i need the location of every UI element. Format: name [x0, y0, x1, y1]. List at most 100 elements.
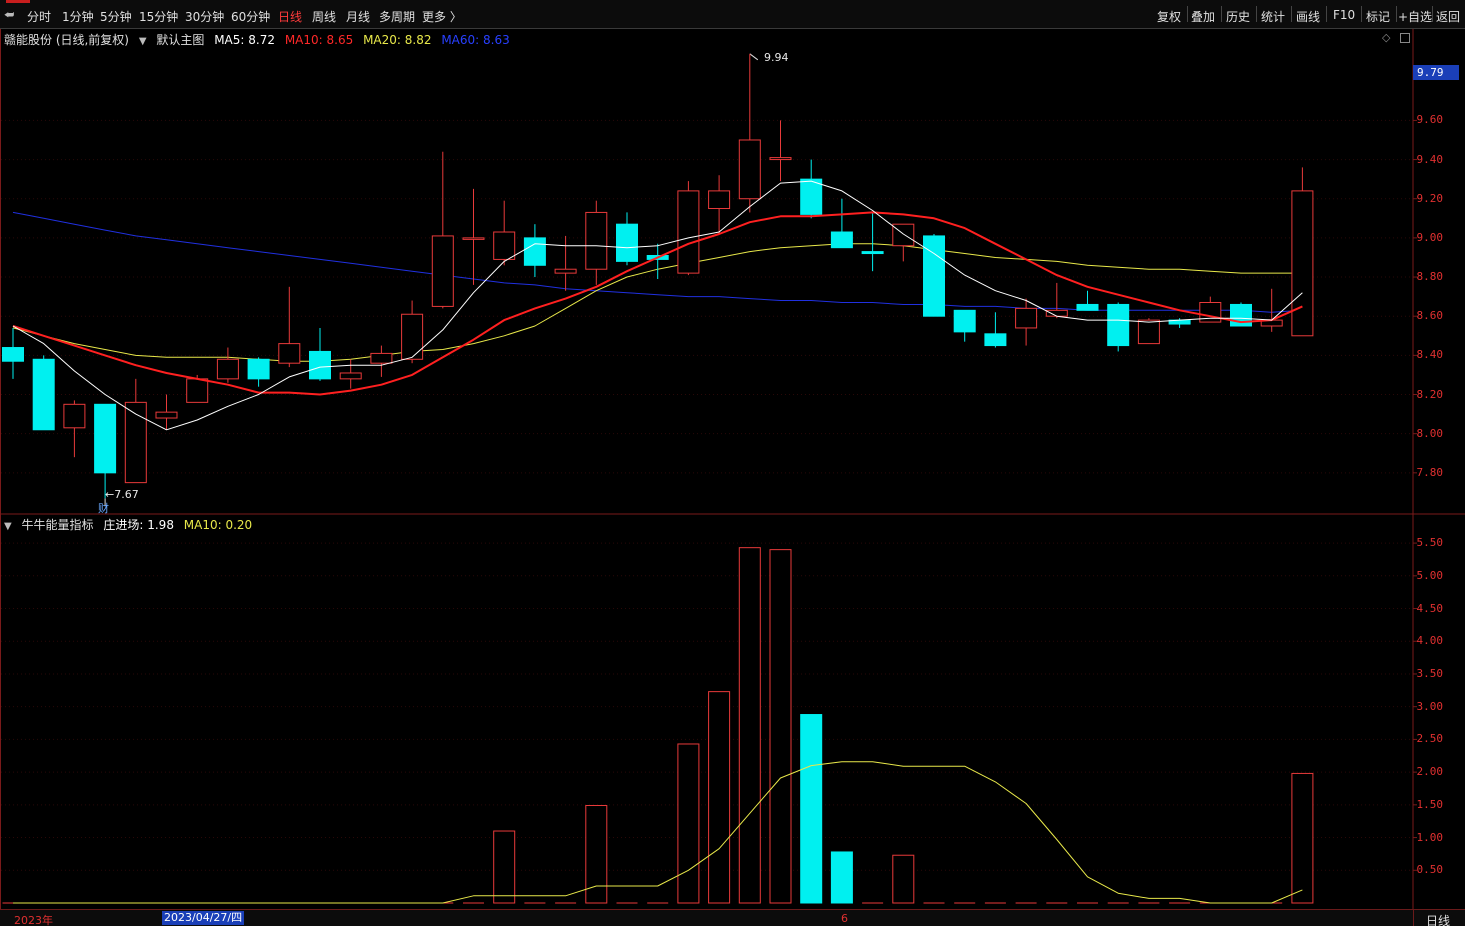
chart-axes [0, 29, 1465, 909]
maximize-icon[interactable] [1400, 33, 1410, 43]
tab-1min[interactable]: 1分钟 [62, 8, 94, 25]
tab-5min[interactable]: 5分钟 [100, 8, 132, 25]
candle-body [370, 352, 393, 364]
candle-up [339, 359, 362, 389]
history-button[interactable]: 历史 [1226, 8, 1250, 25]
candle-up [431, 151, 454, 309]
chevron-down-icon[interactable]: ▼ [4, 521, 12, 532]
period-toolbar: ⮨ 分时 1分钟 5分钟 15分钟 30分钟 60分钟 日线 周线 月线 多周期… [0, 0, 1465, 29]
candle-body [63, 403, 86, 429]
financial-report-tag[interactable]: 财 [98, 500, 109, 516]
ma10-value: MA10: 8.65 [284, 33, 354, 47]
candle-body [1076, 303, 1099, 311]
tab-more[interactable]: 更多 〉 [422, 8, 462, 25]
overlay-button[interactable]: 叠加 [1191, 8, 1215, 25]
draw-line-button[interactable]: 画线 [1296, 8, 1320, 25]
ma10-polyline [12, 211, 1303, 396]
candle-up [892, 223, 915, 262]
energy-tick-label: 3.00 [1416, 699, 1444, 713]
candle-body [247, 358, 270, 380]
tab-15min[interactable]: 15分钟 [139, 8, 178, 25]
candle-up [155, 394, 178, 430]
energy-tick-label: 2.50 [1416, 732, 1444, 746]
candle-body [738, 139, 761, 200]
tab-daily[interactable]: 日线 [278, 8, 302, 25]
candle-up [462, 188, 485, 285]
tab-60min[interactable]: 60分钟 [231, 8, 270, 25]
stock-chart[interactable] [0, 0, 1465, 926]
candle-body [677, 190, 700, 274]
energy-tick-label: 0.50 [1416, 863, 1444, 877]
fuquan-button[interactable]: 复权 [1157, 8, 1181, 25]
ma20-value: MA20: 8.82 [363, 33, 432, 47]
add-watchlist-button[interactable]: +自选 [1398, 8, 1432, 25]
stats-button[interactable]: 统计 [1261, 8, 1285, 25]
candle-down [830, 198, 853, 249]
price-tick-label: 8.60 [1416, 309, 1444, 323]
diamond-icon[interactable]: ◇ [1382, 31, 1390, 44]
energy-ma10-polyline [13, 761, 1303, 904]
back-arrow-icon[interactable]: ⮨ [4, 8, 14, 22]
tab-monthly[interactable]: 月线 [346, 8, 370, 25]
candle-body [1015, 307, 1038, 329]
candle-body [585, 211, 608, 270]
candle-down [32, 355, 55, 431]
main-template-label[interactable]: 默认主图 [156, 33, 204, 47]
candle-down [309, 327, 331, 381]
f10-button[interactable]: F10 [1333, 8, 1355, 22]
energy-ma10-line [13, 761, 1303, 904]
candle-up [401, 300, 424, 364]
tab-multi-period[interactable]: 多周期 [379, 8, 415, 25]
sub-indicator-line: ▼ 牛牛能量指标 庄进场: 1.98 MA10: 0.20 [4, 516, 258, 533]
candle-body [278, 343, 301, 364]
candle-down [247, 357, 270, 387]
ma60-value: MA60: 8.63 [441, 33, 510, 47]
energy-tick-label: 4.00 [1416, 634, 1444, 648]
tab-weekly[interactable]: 周线 [312, 8, 336, 25]
tab-30min[interactable]: 30分钟 [185, 8, 224, 25]
current-price-label: 9.79 [1413, 65, 1459, 80]
price-tick-label: 9.40 [1416, 152, 1444, 166]
return-button[interactable]: 返回 [1436, 8, 1460, 25]
candle-body [708, 190, 731, 210]
energy-tick-label: 1.00 [1416, 830, 1444, 844]
candle-body [186, 378, 209, 403]
candle-up [738, 53, 761, 213]
high-pointer [749, 53, 759, 61]
candle-up [63, 400, 86, 458]
main-indicator-line: 赣能股份 (日线,前复权) ▼ 默认主图 MA5: 8.72 MA10: 8.6… [4, 31, 516, 48]
candle-body [462, 237, 485, 240]
candle-up [677, 181, 700, 276]
candle-body [216, 358, 239, 380]
mark-button[interactable]: 标记 [1366, 8, 1390, 25]
price-tick-label: 8.40 [1416, 348, 1444, 362]
toolbar-divider [1221, 6, 1222, 22]
energy-bar [493, 830, 516, 904]
candle-up [585, 200, 608, 285]
toolbar-divider [1291, 6, 1292, 22]
candle-body [892, 223, 915, 247]
energy-bar [892, 854, 915, 904]
candle-body [1291, 190, 1314, 337]
candle-down [1107, 302, 1130, 352]
chevron-down-icon[interactable]: ▼ [139, 36, 147, 47]
candle-body [401, 313, 424, 360]
candle-body [339, 372, 362, 380]
energy-tick-label: 5.00 [1416, 568, 1444, 582]
candle-body [2, 347, 24, 362]
candle-down [616, 212, 638, 266]
price-tick-label: 9.00 [1416, 230, 1444, 244]
candle-down [523, 224, 546, 278]
period-label[interactable]: 日线 [1426, 912, 1450, 926]
indicator-name[interactable]: 牛牛能量指标 [22, 518, 94, 532]
low-price-annotation: ←7.67 [105, 488, 139, 501]
candle-up [554, 235, 577, 291]
month-marker: 6 [841, 912, 848, 925]
tab-fenshi[interactable]: 分时 [27, 8, 51, 25]
candle-up [370, 345, 393, 377]
candle-up [708, 175, 731, 234]
candle-body [493, 231, 516, 260]
energy-bars[interactable] [2, 547, 1314, 904]
stock-title[interactable]: 赣能股份 (日线,前复权) [4, 33, 129, 47]
energy-bar [708, 691, 731, 904]
